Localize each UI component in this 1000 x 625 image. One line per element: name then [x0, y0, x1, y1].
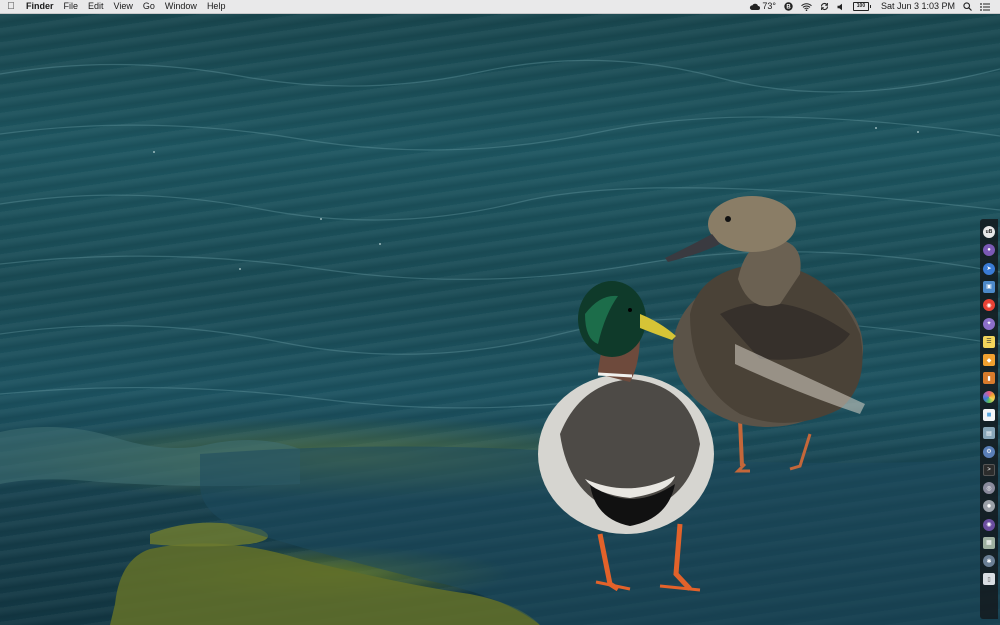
list-icon [980, 2, 990, 11]
dock-item-trash[interactable]: ▯ [983, 573, 995, 586]
wallpaper-ducks-image [0, 59, 1000, 625]
svg-text:B: B [786, 5, 791, 11]
weather-status[interactable]: 73° [745, 0, 780, 13]
dock-item-onion[interactable]: ◉ [983, 518, 995, 531]
sync-icon [820, 2, 829, 11]
disk-utility-icon: ◎ [986, 485, 992, 492]
temperature-label: 73° [762, 1, 776, 11]
search-icon [963, 2, 972, 11]
tor-browser-icon: ● [987, 247, 991, 254]
battery-icon: 100 [852, 2, 871, 11]
dock-item-photos[interactable] [983, 390, 995, 403]
archive-icon: ▦ [986, 540, 992, 547]
menu-help[interactable]: Help [202, 0, 231, 13]
dock-item-preview[interactable]: ▣ [983, 280, 995, 293]
dock-item-terminal[interactable]: > [983, 463, 995, 476]
document-icon: ▤ [986, 430, 992, 437]
trash-icon: ▯ [987, 576, 991, 583]
dock-item-tor-browser[interactable]: ● [983, 244, 995, 257]
dock-item-chrome[interactable]: ◉ [983, 299, 995, 312]
app-store-icon: ✱ [986, 558, 992, 565]
battery-status[interactable]: 100 [849, 2, 873, 11]
xcode-icon: ✦ [986, 321, 992, 328]
sketch-icon: ◆ [986, 357, 992, 364]
notification-center-button[interactable] [976, 2, 994, 11]
ublock-icon: uB [985, 229, 993, 236]
sync-status[interactable] [816, 2, 833, 11]
terminal-icon: > [987, 466, 991, 473]
dock-item-xcode[interactable]: ✦ [983, 317, 995, 330]
menu-app-name[interactable]: Finder [22, 0, 59, 13]
volume-status[interactable] [833, 3, 849, 11]
dock-item-archive[interactable]: ▦ [983, 536, 995, 549]
dock-item-settings[interactable]: ✹ [983, 500, 995, 513]
apple-logo-icon[interactable]:  [0, 0, 22, 13]
dock-item-system-preferences[interactable]: ⚙ [983, 445, 995, 458]
dock: uB ● ➤ ▣ ◉ ✦ ☰ ◆ ▮ ■ ▤ ⚙ > ◎ ✹ ◉ ▦ ✱ ▯ [980, 219, 998, 619]
menu-bar:  Finder File Edit View Go Window Help 7… [0, 0, 1000, 14]
settings-gear-icon: ✹ [986, 503, 992, 510]
bitcoin-status[interactable]: B [780, 2, 797, 11]
bitcoin-icon: B [784, 2, 793, 11]
dock-item-document[interactable]: ▤ [983, 427, 995, 440]
dock-item-safari[interactable]: ➤ [983, 262, 995, 275]
menu-go[interactable]: Go [138, 0, 160, 13]
numbers-icon: ▮ [987, 375, 991, 382]
menu-edit[interactable]: Edit [83, 0, 109, 13]
safari-icon: ➤ [986, 266, 992, 273]
cloud-sun-icon [750, 3, 761, 10]
dock-item-app-store[interactable]: ✱ [983, 555, 995, 568]
wifi-icon [801, 2, 812, 11]
dock-item-sketch[interactable]: ◆ [983, 354, 995, 367]
spotlight-button[interactable] [959, 2, 976, 11]
dock-item-finder[interactable]: ■ [983, 408, 995, 421]
speaker-icon [837, 3, 842, 10]
notes-icon: ☰ [986, 339, 992, 346]
dock-item-notes[interactable]: ☰ [983, 335, 995, 348]
clock[interactable]: Sat Jun 3 1:03 PM [873, 0, 959, 13]
menu-view[interactable]: View [109, 0, 138, 13]
dock-item-disk-utility[interactable]: ◎ [983, 482, 995, 495]
dock-item-ublock[interactable]: uB [983, 226, 995, 239]
system-preferences-icon: ⚙ [986, 449, 992, 456]
dock-item-numbers[interactable]: ▮ [983, 372, 995, 385]
chrome-icon: ◉ [986, 302, 992, 309]
desktop-wallpaper [0, 14, 1000, 625]
wifi-status[interactable] [797, 2, 816, 11]
finder-icon: ■ [986, 410, 992, 420]
menu-file[interactable]: File [59, 0, 84, 13]
menu-window[interactable]: Window [160, 0, 202, 13]
preview-icon: ▣ [986, 284, 992, 291]
onion-icon: ◉ [986, 522, 992, 529]
